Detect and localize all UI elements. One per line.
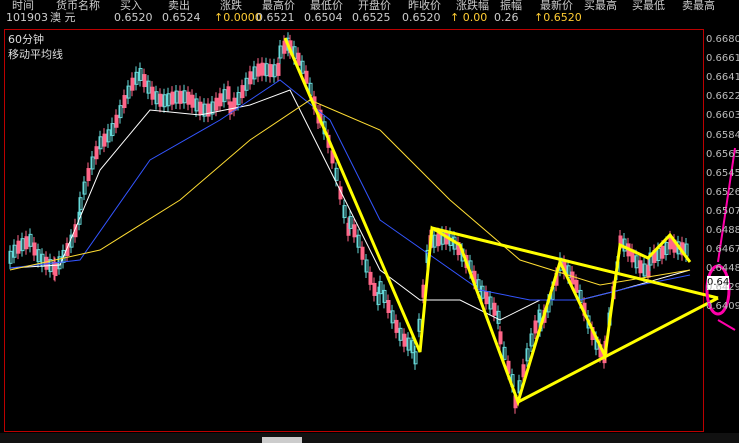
moving-average-line xyxy=(283,37,692,407)
candle-body xyxy=(86,168,91,182)
y-axis-label: 0.6565 xyxy=(706,148,739,160)
candle-body xyxy=(533,320,538,334)
y-axis-label: 0.6448 xyxy=(706,263,739,275)
y-axis-label: 0.6641 xyxy=(706,72,739,84)
candle-body xyxy=(574,279,579,293)
candle-body xyxy=(352,224,357,238)
candle-body xyxy=(16,240,21,254)
y-axis-label: 0.6545 xyxy=(706,167,739,179)
candle-body xyxy=(94,146,99,160)
candle-body xyxy=(638,260,643,274)
arrow-down xyxy=(717,319,736,331)
candle-body xyxy=(276,62,281,76)
candle-body xyxy=(142,74,147,88)
candle-body xyxy=(150,86,155,100)
y-axis-label: 0.6409 xyxy=(706,301,739,313)
candle-body xyxy=(114,114,119,128)
chart-subtitle: 移动平均线 xyxy=(8,48,63,61)
y-axis-label: 0.6467 xyxy=(706,244,739,256)
y-axis-label: 0.6429 xyxy=(706,282,739,294)
y-axis-label: 0.6661 xyxy=(706,53,739,65)
candle-body xyxy=(102,133,107,147)
y-axis-label: 0.6507 xyxy=(706,205,739,217)
candle-body xyxy=(492,302,497,316)
candle-body xyxy=(498,331,503,345)
y-axis-label: 0.6526 xyxy=(706,186,739,198)
candle-body xyxy=(218,93,223,107)
candle-body xyxy=(256,63,261,77)
candle-body xyxy=(268,64,273,78)
candlestick-chart xyxy=(8,32,736,414)
y-axis-label: 0.6680 xyxy=(706,34,739,45)
candle-body xyxy=(198,101,203,115)
candle-body xyxy=(372,282,377,296)
scrollbar[interactable] xyxy=(0,433,739,443)
candle-body xyxy=(484,291,489,305)
y-axis-label: 0.6603 xyxy=(706,110,739,122)
candle-body xyxy=(394,319,399,333)
candle-body xyxy=(368,271,373,285)
y-axis-label: 0.6622 xyxy=(706,91,739,103)
candle-body xyxy=(24,236,29,250)
candle-body xyxy=(178,90,183,104)
candle-body xyxy=(248,71,253,85)
candle-body xyxy=(190,94,195,108)
candle-body xyxy=(436,233,441,247)
candle-body xyxy=(206,103,211,117)
chart-title: 60分钟 xyxy=(8,33,44,46)
candle-body xyxy=(240,85,245,99)
candle-body xyxy=(186,91,191,105)
candle-body xyxy=(660,245,665,259)
scroll-thumb[interactable] xyxy=(262,437,302,443)
candle-body xyxy=(214,97,219,111)
candle-body xyxy=(402,333,407,347)
candle-body xyxy=(170,91,175,105)
candle-body xyxy=(360,246,365,260)
candle-body xyxy=(570,271,575,285)
candle-body xyxy=(304,70,309,84)
candle-body xyxy=(130,77,135,91)
candle-body xyxy=(386,299,391,313)
y-axis-label: 0.6488 xyxy=(706,225,739,236)
candle-body xyxy=(32,242,37,256)
candle-body xyxy=(260,62,265,76)
y-axis-label: 0.6584 xyxy=(706,129,739,141)
candle-body xyxy=(122,95,127,109)
candle-body xyxy=(158,93,163,107)
